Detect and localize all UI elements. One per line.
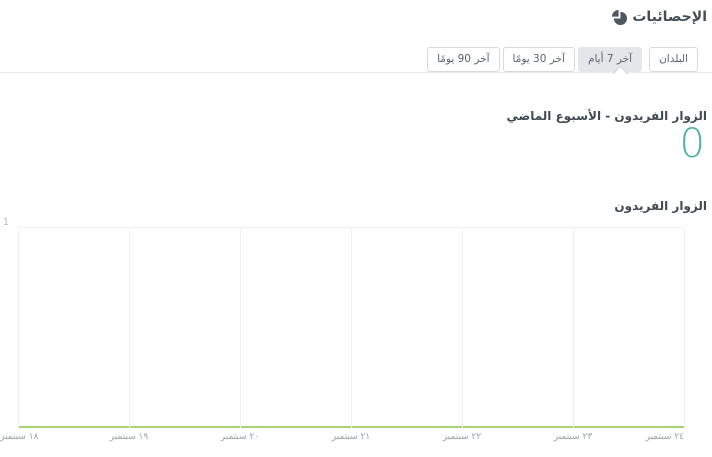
x-axis-label: ٢٣ سبتمبر [554, 432, 592, 442]
x-axis-label: ١٩ سبتمبر [110, 432, 148, 442]
gridline [684, 228, 685, 428]
x-axis-labels: ١٨ سبتمبر١٩ سبتمبر٢٠ سبتمبر٢١ سبتمبر٢٢ س… [18, 432, 684, 446]
gridline [240, 228, 241, 428]
summary-value: 0 [680, 124, 705, 164]
gridline [129, 228, 130, 428]
x-axis-label: ٢٤ سبتمبر [646, 432, 684, 442]
time-filter-tabs: البلدان آخر 7 أيام آخر 30 يومًا آخر 90 ي… [427, 47, 698, 72]
x-axis-label: ٢٢ سبتمبر [443, 432, 481, 442]
y-axis-max-label: 1 [3, 217, 9, 228]
chart-plot: 1 [18, 227, 684, 428]
gridline [351, 228, 352, 428]
page-header: الإحصائيات [612, 9, 707, 25]
tab-last-30-days[interactable]: آخر 30 يومًا [503, 47, 575, 72]
gridline [18, 228, 19, 428]
x-axis-label: ٢٠ سبتمبر [221, 432, 259, 442]
tab-last-90-days[interactable]: آخر 90 يومًا [427, 47, 499, 72]
page-title: الإحصائيات [632, 9, 707, 25]
section-divider [0, 72, 712, 73]
tab-last-7-days[interactable]: آخر 7 أيام [578, 47, 642, 72]
tab-countries[interactable]: البلدان [649, 47, 698, 72]
pie-chart-icon [612, 10, 627, 25]
summary-title: الزوار الفريدون - الأسبوع الماضي [507, 109, 708, 123]
x-axis-label: ١٨ سبتمبر [0, 432, 38, 442]
gridline [573, 228, 574, 428]
gridline [462, 228, 463, 428]
statistics-page: الإحصائيات البلدان آخر 7 أيام آخر 30 يوم… [0, 0, 712, 457]
chart-title: الزوار الفريدون [614, 199, 707, 213]
x-axis-label: ٢١ سبتمبر [332, 432, 370, 442]
